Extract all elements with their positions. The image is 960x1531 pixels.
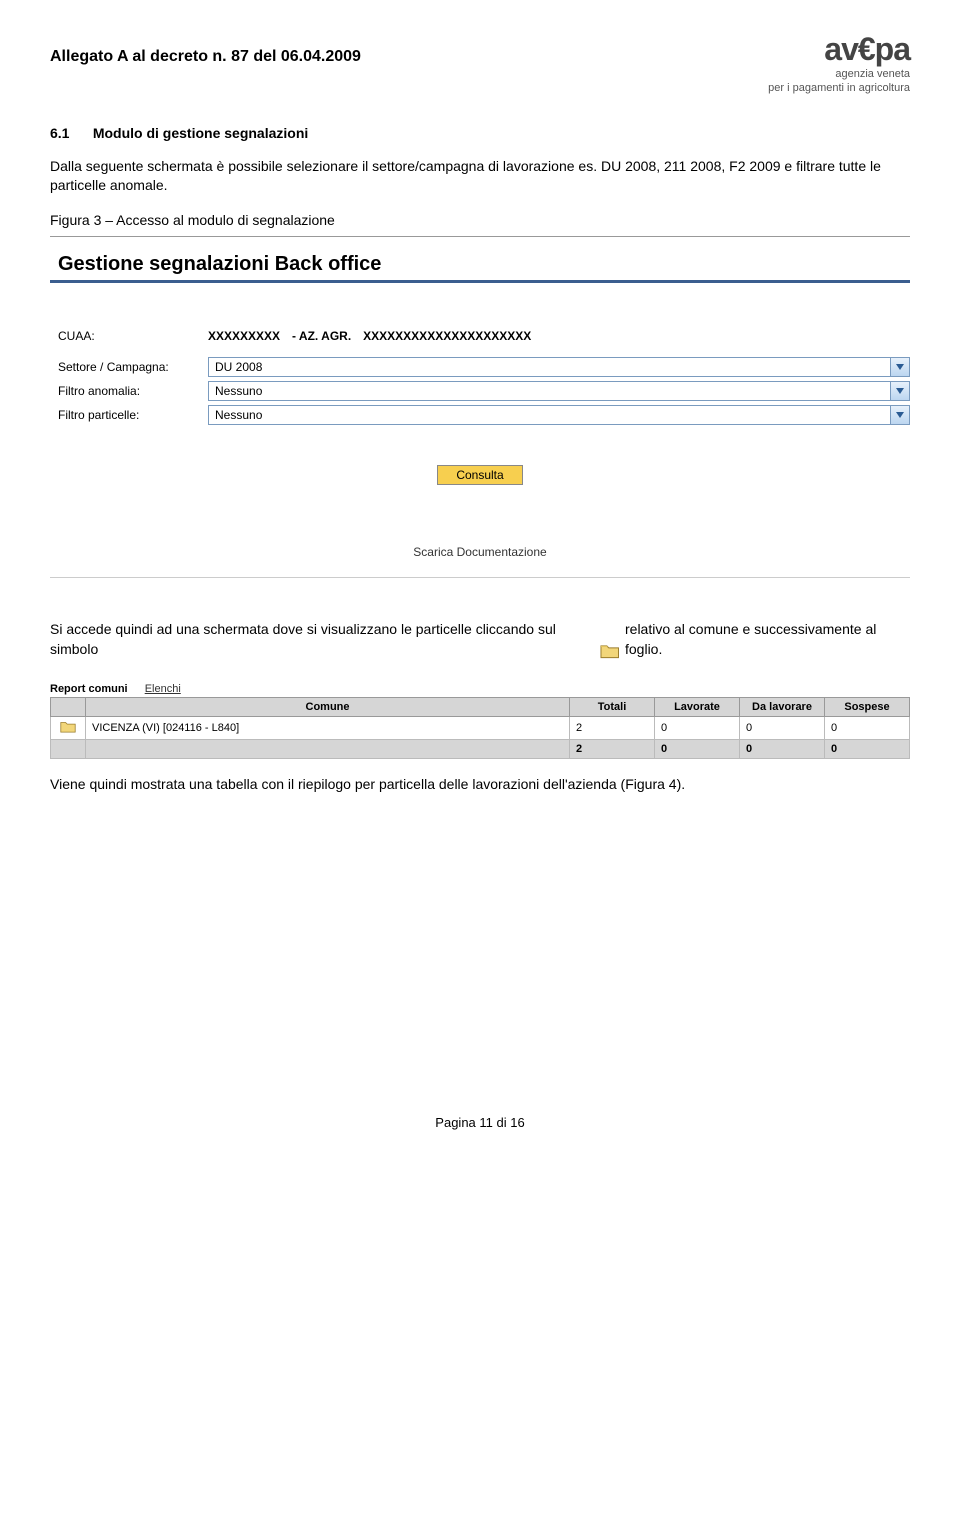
folder-icon [600, 643, 619, 659]
logo-block: av€pa agenzia veneta per i pagamenti in … [768, 30, 910, 95]
th-sospese: Sospese [825, 698, 910, 717]
cuaa-code: XXXXXXXXX [208, 329, 280, 343]
document-title: Allegato A al decreto n. 87 del 06.04.20… [50, 48, 361, 66]
paragraph-2: Si accede quindi ad una schermata dove s… [50, 620, 910, 659]
th-comune: Comune [86, 698, 570, 717]
filtro-anomalia-label: Filtro anomalia: [50, 384, 208, 398]
paragraph-3: Viene quindi mostrata una tabella con il… [50, 775, 910, 795]
cell-da-lavorare: 0 [740, 717, 825, 740]
cuaa-label: CUAA: [50, 329, 208, 343]
filtro-particelle-select[interactable]: Nessuno [208, 405, 910, 425]
folder-icon[interactable] [51, 717, 86, 740]
settore-value: DU 2008 [215, 360, 262, 374]
chevron-down-icon [890, 358, 909, 376]
paragraph-1: Dalla seguente schermata è possibile sel… [50, 157, 910, 196]
form-title-underline [50, 280, 910, 283]
cell-totali: 2 [570, 717, 655, 740]
table-total-row: 2 0 0 0 [51, 740, 910, 759]
scarica-documentazione-link[interactable]: Scarica Documentazione [413, 545, 546, 559]
section-number: 6.1 [50, 125, 69, 141]
th-da-lavorare: Da lavorare [740, 698, 825, 717]
settore-select[interactable]: DU 2008 [208, 357, 910, 377]
consulta-button[interactable]: Consulta [437, 465, 522, 485]
figure-3-caption: Figura 3 – Accesso al modulo di segnalaz… [50, 212, 910, 228]
chevron-down-icon [890, 382, 909, 400]
report-table: Comune Totali Lavorate Da lavorare Sospe… [50, 697, 910, 759]
total-sospese: 0 [825, 740, 910, 759]
form-screenshot: Gestione segnalazioni Back office CUAA: … [50, 236, 910, 578]
report-area: Report comuni Elenchi Comune Totali Lavo… [50, 683, 910, 759]
filtro-particelle-label: Filtro particelle: [50, 408, 208, 422]
total-da-lavorare: 0 [740, 740, 825, 759]
paragraph-2b: relativo al comune e successivamente al … [625, 620, 910, 659]
logo-subtitle-2: per i pagamenti in agricoltura [768, 82, 910, 95]
paragraph-2a: Si accede quindi ad una schermata dove s… [50, 620, 594, 659]
logo-text: av€pa [768, 30, 910, 68]
cuaa-value-area: XXXXXXXXX - AZ. AGR. XXXXXXXXXXXXXXXXXXX… [208, 329, 910, 343]
filtro-anomalia-select[interactable]: Nessuno [208, 381, 910, 401]
th-icon [51, 698, 86, 717]
cell-comune: VICENZA (VI) [024116 - L840] [86, 717, 570, 740]
total-lavorate: 0 [655, 740, 740, 759]
cuaa-separator: - AZ. AGR. [292, 329, 351, 343]
settore-label: Settore / Campagna: [50, 360, 208, 374]
page-number: Pagina 11 di 16 [50, 1115, 910, 1130]
section-heading: 6.1 Modulo di gestione segnalazioni [50, 125, 910, 141]
cell-sospese: 0 [825, 717, 910, 740]
section-title: Modulo di gestione segnalazioni [93, 125, 308, 141]
filtro-anomalia-value: Nessuno [215, 384, 262, 398]
filtro-particelle-value: Nessuno [215, 408, 262, 422]
cuaa-name: XXXXXXXXXXXXXXXXXXXXX [363, 329, 531, 343]
logo-subtitle-1: agenzia veneta [768, 68, 910, 81]
total-totali: 2 [570, 740, 655, 759]
chevron-down-icon [890, 406, 909, 424]
form-title: Gestione segnalazioni Back office [58, 253, 910, 276]
total-comune [86, 740, 570, 759]
th-totali: Totali [570, 698, 655, 717]
th-lavorate: Lavorate [655, 698, 740, 717]
table-row[interactable]: VICENZA (VI) [024116 - L840] 2 0 0 0 [51, 717, 910, 740]
tab-elenchi[interactable]: Elenchi [145, 683, 181, 695]
cell-lavorate: 0 [655, 717, 740, 740]
tab-report-comuni[interactable]: Report comuni [50, 683, 128, 695]
